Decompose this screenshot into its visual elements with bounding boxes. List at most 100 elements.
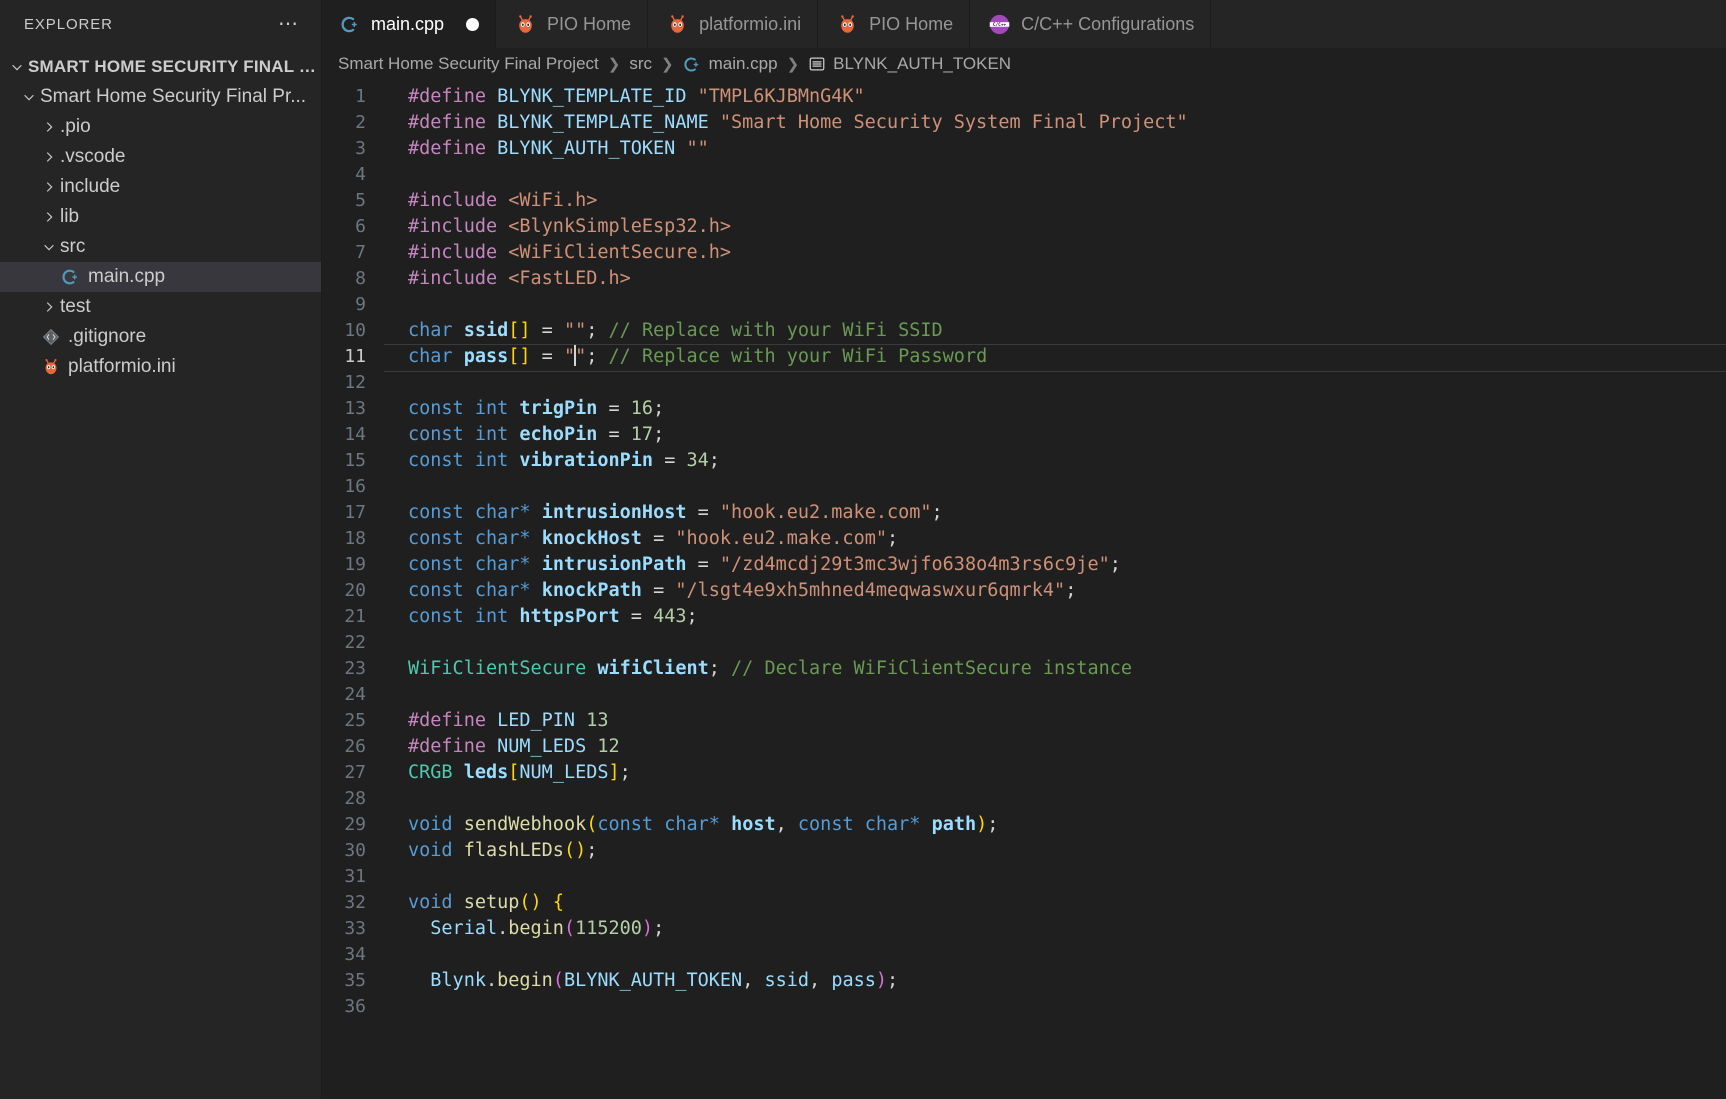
unsaved-indicator-icon[interactable] xyxy=(466,17,480,31)
code-line[interactable]: 18 const char* knockHost = "hook.eu2.make… xyxy=(322,526,1726,552)
tree-item-platformio-ini[interactable]: platformio.ini xyxy=(0,352,321,382)
tree-item-vscode-folder[interactable]: .vscode xyxy=(0,142,321,172)
code-line[interactable]: 34 xyxy=(322,942,1726,968)
code-token: #define xyxy=(408,138,486,159)
symbol-macro-icon xyxy=(808,55,826,73)
code-token: ; xyxy=(653,398,665,419)
platformio-icon xyxy=(514,13,537,36)
code-line[interactable]: 4 xyxy=(322,162,1726,188)
file-tree: SMART HOME SECURITY FINAL PR... Smart Ho… xyxy=(0,48,321,382)
code-line[interactable]: 35 Blynk.begin(BLYNK_AUTH_TOKEN, ssid, p… xyxy=(322,968,1726,994)
code-line[interactable]: 20 const char* knockPath = "/lsgt4e9xh5mh… xyxy=(322,578,1726,604)
code-token: const xyxy=(408,424,464,445)
code-line[interactable]: 2 #define BLYNK_TEMPLATE_NAME "Smart Home… xyxy=(322,110,1726,136)
code-token: ) xyxy=(875,970,888,991)
code-text: const char* knockHost = "hook.eu2.make.c… xyxy=(384,526,898,552)
code-token: ; xyxy=(708,658,720,679)
code-token: <BlynkSimpleEsp32.h> xyxy=(508,216,732,237)
line-number: 6 xyxy=(355,216,366,237)
code-text: Blynk.begin(BLYNK_AUTH_TOKEN, ssid, pass… xyxy=(384,968,898,994)
code-line[interactable]: 24 xyxy=(322,682,1726,708)
tree-item-pio-folder[interactable]: .pio xyxy=(0,112,321,142)
code-line[interactable]: 30 void flashLEDs(); xyxy=(322,838,1726,864)
code-text: const int vibrationPin = 34; xyxy=(384,448,720,474)
ellipsis-icon[interactable]: ⋯ xyxy=(278,14,299,34)
code-line[interactable]: 26 #define NUM_LEDS 12 xyxy=(322,734,1726,760)
code-line[interactable]: 11 char pass[] = ""; // Replace with your… xyxy=(322,344,1726,372)
tab-platformio-ini[interactable]: platformio.ini xyxy=(648,0,819,48)
platformio-icon xyxy=(38,357,64,377)
code-line[interactable]: 16 xyxy=(322,474,1726,500)
code-line[interactable]: 7 #include <WiFiClientSecure.h> xyxy=(322,240,1726,266)
code-line[interactable]: 9 xyxy=(322,292,1726,318)
code-token: void xyxy=(408,814,453,835)
code-line[interactable]: 13 const int trigPin = 16; xyxy=(322,396,1726,422)
tab-cpp-configurations[interactable]: C/C++ C/C++ Configurations xyxy=(970,0,1212,48)
breadcrumb-item-symbol[interactable]: BLYNK_AUTH_TOKEN xyxy=(808,54,1011,74)
breadcrumb-item-file[interactable]: main.cpp xyxy=(683,54,778,74)
tree-item-main-cpp[interactable]: main.cpp xyxy=(0,262,321,292)
code-line[interactable]: 8 #include <FastLED.h> xyxy=(322,266,1726,292)
code-token: ; xyxy=(653,918,665,939)
code-line[interactable]: 1 #define BLYNK_TEMPLATE_ID "TMPL6KJBMnG4… xyxy=(322,84,1726,110)
code-text: #define BLYNK_AUTH_TOKEN "" xyxy=(384,136,709,162)
code-line[interactable]: 14 const int echoPin = 17; xyxy=(322,422,1726,448)
code-token: flashLEDs xyxy=(463,840,564,861)
code-line[interactable]: 32 void setup() { xyxy=(322,890,1726,916)
tree-item-lib-folder[interactable]: lib xyxy=(0,202,321,232)
breadcrumb-item-project[interactable]: Smart Home Security Final Project xyxy=(338,54,599,74)
code-line[interactable]: 21 const int httpsPort = 443; xyxy=(322,604,1726,630)
tree-root-workspace[interactable]: SMART HOME SECURITY FINAL PR... xyxy=(0,52,321,82)
code-line[interactable]: 28 xyxy=(322,786,1726,812)
tree-item-project[interactable]: Smart Home Security Final Pr... xyxy=(0,82,321,112)
tree-item-include-folder[interactable]: include xyxy=(0,172,321,202)
code-token: trigPin xyxy=(519,398,598,419)
explorer-title: EXPLORER xyxy=(24,15,113,33)
svg-text:C/C++: C/C++ xyxy=(993,21,1007,27)
code-line[interactable]: 6 #include <BlynkSimpleEsp32.h> xyxy=(322,214,1726,240)
code-line[interactable]: 33 Serial.begin(115200); xyxy=(322,916,1726,942)
code-token: char* xyxy=(474,528,531,549)
explorer-header: EXPLORER ⋯ xyxy=(0,0,321,48)
code-line[interactable]: 19 const char* intrusionPath = "/zd4mcdj2… xyxy=(322,552,1726,578)
code-editor[interactable]: 1 #define BLYNK_TEMPLATE_ID "TMPL6KJBMnG4… xyxy=(322,80,1726,1099)
code-token: . xyxy=(497,918,509,939)
tree-item-gitignore[interactable]: .gitignore xyxy=(0,322,321,352)
tab-pio-home-1[interactable]: PIO Home xyxy=(496,0,649,48)
tree-item-label: .vscode xyxy=(60,146,126,167)
tree-item-src-folder[interactable]: src xyxy=(0,232,321,262)
code-line[interactable]: 25 #define LED_PIN 13 xyxy=(322,708,1726,734)
code-line[interactable]: 17 const char* intrusionHost = "hook.eu2.… xyxy=(322,500,1726,526)
code-token: sendWebhook xyxy=(463,814,587,835)
code-line[interactable]: 15 const int vibrationPin = 34; xyxy=(322,448,1726,474)
code-line[interactable]: 10 char ssid[] = ""; // Replace with your… xyxy=(322,318,1726,344)
code-line[interactable]: 27 CRGB leds[NUM_LEDS]; xyxy=(322,760,1726,786)
tab-pio-home-2[interactable]: PIO Home xyxy=(818,0,971,48)
code-line[interactable]: 5 #include <WiFi.h> xyxy=(322,188,1726,214)
code-line[interactable]: 23 WiFiClientSecure wifiClient; // Declar… xyxy=(322,656,1726,682)
code-token: NUM_LEDS xyxy=(519,762,609,783)
code-line[interactable]: 31 xyxy=(322,864,1726,890)
code-line[interactable]: 12 xyxy=(322,370,1726,396)
tree-item-test-folder[interactable]: test xyxy=(0,292,321,322)
code-line[interactable]: 36 xyxy=(322,994,1726,1020)
code-line[interactable]: 3 #define BLYNK_AUTH_TOKEN "" xyxy=(322,136,1726,162)
code-token: pass xyxy=(831,970,876,991)
tree-item-label: include xyxy=(60,176,121,197)
code-text: #define BLYNK_TEMPLATE_NAME "Smart Home … xyxy=(384,110,1188,136)
code-line[interactable]: 22 xyxy=(322,630,1726,656)
code-token: #include xyxy=(408,242,498,263)
breadcrumb-item-src[interactable]: src xyxy=(629,54,652,74)
code-line[interactable]: 29 void sendWebhook(const char* host, con… xyxy=(322,812,1726,838)
code-token: [] xyxy=(508,346,531,367)
code-token: [] xyxy=(508,320,531,341)
tab-main-cpp[interactable]: main.cpp xyxy=(322,0,497,48)
